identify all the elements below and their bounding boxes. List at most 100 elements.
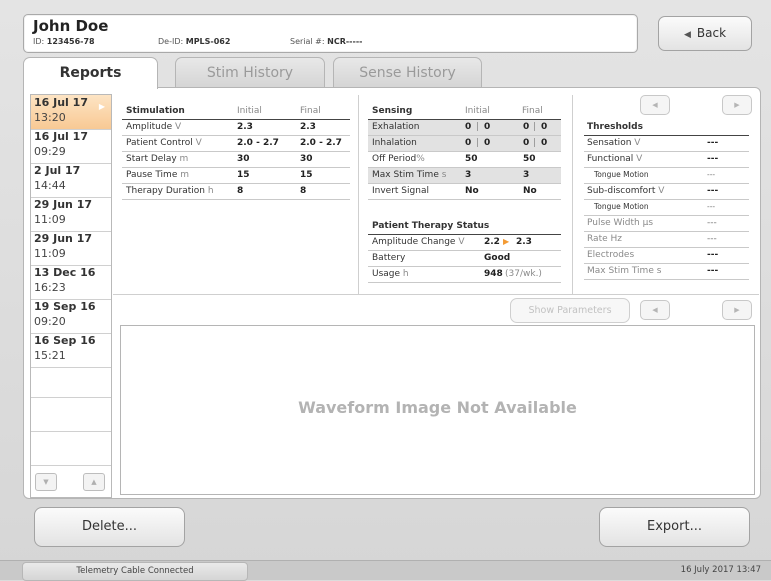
table-row: Sub-discomfort V --- xyxy=(584,184,749,200)
patient-serial: Serial #: NCR----- xyxy=(290,37,363,46)
session-time: 09:29 xyxy=(34,145,66,158)
waveform-next-button[interactable]: ▶ xyxy=(722,300,752,320)
pipe-separator: | xyxy=(533,138,537,148)
telemetry-status: Telemetry Cable Connected xyxy=(22,562,248,581)
patient-header: John Doe ID: 123456-78 De-ID: MPLS-062 S… xyxy=(23,14,638,53)
row-label: Tongue Motion xyxy=(594,170,649,179)
divider xyxy=(113,294,759,295)
amp-to: 2.3 xyxy=(516,237,532,247)
session-date: 29 Jun 17 xyxy=(34,232,93,245)
triangle-left-icon: ◀ xyxy=(652,101,658,109)
row-label: Pause Time xyxy=(126,170,178,180)
row-initial-b: 0 xyxy=(484,138,491,148)
session-item[interactable]: 29 Jun 17 11:09 xyxy=(31,197,111,232)
row-label: Max Stim Time xyxy=(587,266,654,276)
row-initial-b: 0 xyxy=(484,122,491,132)
row-final: 15 xyxy=(300,170,313,180)
row-label: Invert Signal xyxy=(372,186,429,196)
export-button[interactable]: Export... xyxy=(599,507,750,547)
show-parameters-button[interactable]: Show Parameters xyxy=(510,298,630,323)
row-initial-a: 0 xyxy=(465,122,472,132)
tab-sense-history[interactable]: Sense History xyxy=(333,57,482,88)
row-unit: m xyxy=(180,170,190,180)
session-item[interactable]: 29 Jun 17 11:09 xyxy=(31,231,111,266)
row-label: Off Period xyxy=(372,154,417,164)
patient-id: ID: 123456-78 xyxy=(33,37,95,46)
row-initial: 30 xyxy=(237,154,250,164)
row-initial: 3 xyxy=(465,170,472,180)
session-time: 13:20 xyxy=(34,111,66,124)
row-unit: V xyxy=(634,138,641,148)
row-value: --- xyxy=(707,202,716,211)
triangle-right-icon: ▶ xyxy=(734,306,740,314)
waveform-prev-button[interactable]: ◀ xyxy=(640,300,670,320)
table-row: Inhalation 0 | 0 0 | 0 xyxy=(368,136,561,152)
empty-row xyxy=(31,398,111,432)
session-item[interactable]: 13 Dec 16 16:23 xyxy=(31,265,111,300)
session-time: 16:23 xyxy=(34,281,66,294)
row-unit: V xyxy=(658,186,665,196)
table-row: Amplitude Change V 2.2 ▶ 2.3 xyxy=(368,235,561,251)
row-value: --- xyxy=(707,138,719,148)
row-initial: 50 xyxy=(465,154,478,164)
row-unit: Hz xyxy=(610,234,623,244)
row-unit: h xyxy=(207,186,214,196)
session-item[interactable]: 16 Sep 16 15:21 xyxy=(31,333,111,368)
row-label: Functional xyxy=(587,154,634,164)
sensing-title: Sensing xyxy=(372,106,413,116)
thresholds-prev-button[interactable]: ◀ xyxy=(640,95,670,115)
triangle-up-icon: ▲ xyxy=(91,478,97,486)
scroll-down-button[interactable]: ▼ xyxy=(35,473,57,491)
table-row: Therapy Duration h 8 8 xyxy=(122,184,350,200)
row-unit: V xyxy=(636,154,643,164)
row-value: --- xyxy=(707,234,717,244)
session-date: 16 Jul 17 xyxy=(34,96,88,109)
back-label: Back xyxy=(696,26,727,40)
usage-rate: (37/wk.) xyxy=(505,269,542,279)
pipe-separator: | xyxy=(476,122,480,132)
row-value: --- xyxy=(707,250,719,260)
scroll-up-button[interactable]: ▲ xyxy=(83,473,105,491)
row-final-a: 0 xyxy=(523,122,530,132)
session-date: 16 Sep 16 xyxy=(34,334,96,347)
session-item[interactable]: 2 Jul 17 14:44 xyxy=(31,163,111,198)
column-divider xyxy=(358,95,359,295)
patient-deid: De-ID: MPLS-062 xyxy=(158,37,231,46)
tab-reports[interactable]: Reports xyxy=(23,57,158,89)
thresholds-next-button[interactable]: ▶ xyxy=(722,95,752,115)
session-item[interactable]: 16 Jul 17 09:29 xyxy=(31,129,111,164)
row-unit: m xyxy=(179,154,189,164)
table-row: Start Delay m 30 30 xyxy=(122,152,350,168)
usage-value: 948 xyxy=(484,269,503,279)
row-unit: V xyxy=(195,138,202,148)
triangle-down-icon: ▼ xyxy=(43,478,49,486)
session-date: 29 Jun 17 xyxy=(34,198,93,211)
row-final: 50 xyxy=(523,154,536,164)
tab-stim-history[interactable]: Stim History xyxy=(175,57,325,88)
row-final: 2.3 xyxy=(300,122,316,132)
stimulation-col-final: Final xyxy=(300,106,321,116)
row-value: --- xyxy=(707,186,719,196)
waveform-message: Waveform Image Not Available xyxy=(298,398,577,417)
session-date: 16 Jul 17 xyxy=(34,130,88,143)
row-label: Amplitude xyxy=(126,122,173,132)
triangle-right-icon: ▶ xyxy=(503,237,510,246)
session-date: 2 Jul 17 xyxy=(34,164,81,177)
row-label: Electrodes xyxy=(587,250,635,260)
table-row: Amplitude V 2.3 2.3 xyxy=(122,120,350,136)
session-time: 15:21 xyxy=(34,349,66,362)
session-date: 19 Sep 16 xyxy=(34,300,96,313)
row-initial-a: 0 xyxy=(465,138,472,148)
session-item[interactable]: 19 Sep 16 09:20 xyxy=(31,299,111,334)
row-label: Max Stim Time xyxy=(372,170,439,180)
row-value: --- xyxy=(707,154,719,164)
sensing-col-initial: Initial xyxy=(465,106,490,116)
table-row: Functional V --- xyxy=(584,152,749,168)
table-row: Pause Time m 15 15 xyxy=(122,168,350,184)
delete-button[interactable]: Delete... xyxy=(34,507,185,547)
session-item[interactable]: 16 Jul 17 13:20 ▶ xyxy=(31,95,111,130)
table-row: Invert Signal No No xyxy=(368,184,561,200)
table-row: Usage h 948 (37/wk.) xyxy=(368,267,561,283)
table-row: Pulse Width µs --- xyxy=(584,216,749,232)
back-button[interactable]: ◀ Back xyxy=(658,16,752,51)
